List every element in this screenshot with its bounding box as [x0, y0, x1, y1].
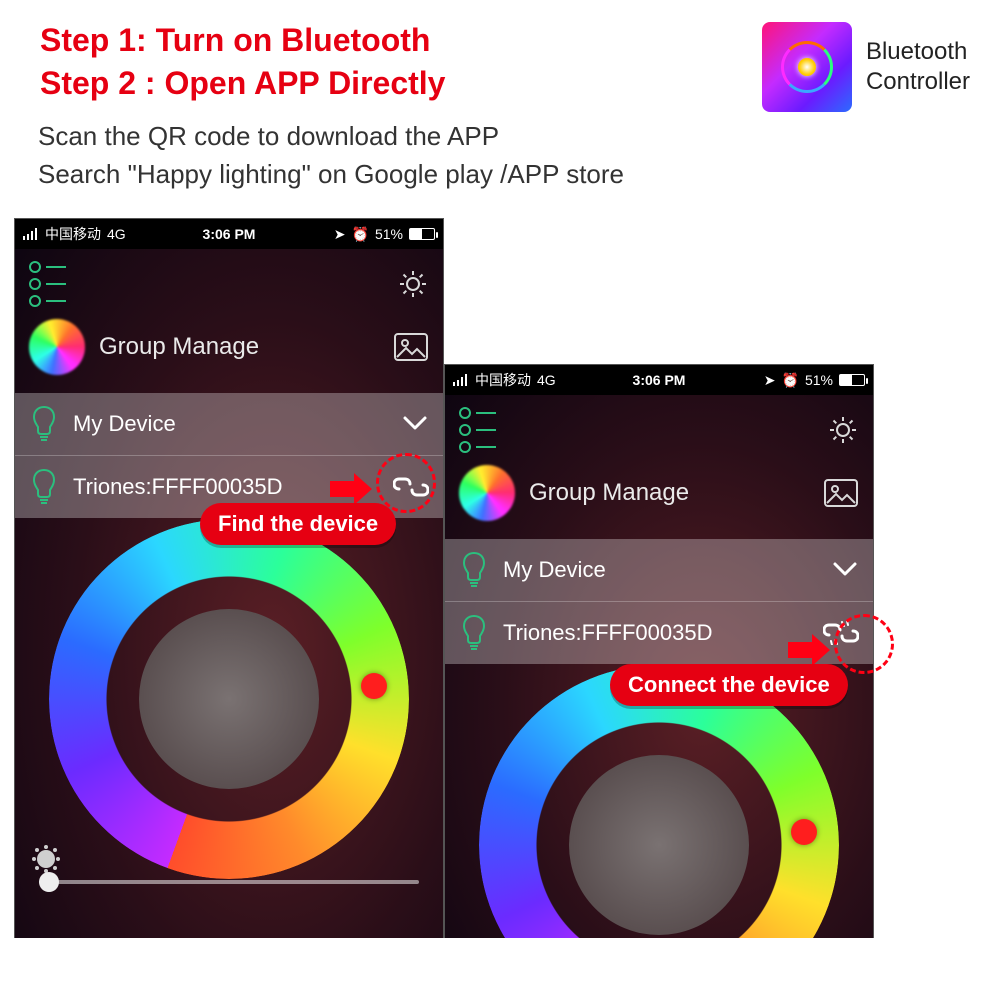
arrow-icon	[330, 471, 376, 507]
group-manage-row[interactable]: Group Manage	[445, 459, 873, 539]
group-manage-row[interactable]: Group Manage	[15, 313, 443, 393]
device-list-button[interactable]	[29, 261, 66, 307]
bulb-icon	[29, 468, 59, 506]
device-list-button[interactable]	[459, 407, 496, 453]
device-drawer: My Device Triones:FFFF00035D	[15, 393, 443, 518]
gallery-button[interactable]	[823, 477, 859, 509]
chevron-down-icon	[831, 556, 859, 584]
settings-button[interactable]	[827, 414, 859, 446]
arrow-icon	[788, 632, 834, 668]
callout-label: Connect the device	[610, 664, 848, 706]
step-1-text: Step 1: Turn on Bluetooth	[40, 22, 430, 58]
app-promo: Bluetooth Controller	[762, 22, 970, 112]
bulb-icon	[29, 405, 59, 443]
download-line-1: Scan the QR code to download the APP	[38, 118, 624, 156]
brightness-icon	[37, 850, 55, 868]
color-orb-icon	[29, 319, 85, 375]
app-name-line1: Bluetooth	[866, 37, 970, 67]
group-manage-label: Group Manage	[99, 333, 259, 361]
battery-icon	[409, 228, 435, 240]
device-name-label: Triones:FFFF00035D	[73, 474, 282, 500]
status-bar: 中国移动 4G 3:06 PM ➤ ⏰ 51%	[15, 219, 443, 249]
callout-label: Find the device	[200, 503, 396, 545]
highlight-ring	[376, 453, 436, 513]
color-wheel-area	[15, 519, 443, 879]
group-manage-label: Group Manage	[529, 479, 689, 507]
color-wheel-handle[interactable]	[791, 819, 817, 845]
brightness-slider[interactable]	[39, 880, 419, 884]
color-wheel-handle[interactable]	[361, 673, 387, 699]
gallery-button[interactable]	[393, 331, 429, 363]
download-line-2: Search "Happy lighting" on Google play /…	[38, 156, 624, 194]
bulb-icon	[459, 614, 489, 652]
bulb-icon	[798, 58, 816, 76]
color-wheel[interactable]	[49, 519, 409, 879]
highlight-ring	[834, 614, 894, 674]
instruction-steps: Step 1: Turn on Bluetooth Step 2 : Open …	[40, 22, 445, 108]
brightness-knob[interactable]	[39, 872, 59, 892]
my-device-row[interactable]: My Device	[445, 539, 873, 602]
my-device-label: My Device	[503, 557, 606, 583]
clock: 3:06 PM	[445, 372, 873, 388]
device-name-label: Triones:FFFF00035D	[503, 620, 712, 646]
color-orb-icon	[459, 465, 515, 521]
clock: 3:06 PM	[15, 226, 443, 242]
app-icon	[762, 22, 852, 112]
color-wheel-hub	[139, 609, 319, 789]
app-name-line2: Controller	[866, 67, 970, 97]
my-device-label: My Device	[73, 411, 176, 437]
app-name: Bluetooth Controller	[866, 37, 970, 97]
download-instructions: Scan the QR code to download the APP Sea…	[38, 118, 624, 193]
color-wheel-hub	[569, 755, 749, 935]
step-2-text: Step 2 : Open APP Directly	[40, 65, 445, 101]
settings-button[interactable]	[397, 268, 429, 300]
my-device-row[interactable]: My Device	[15, 393, 443, 456]
battery-icon	[839, 374, 865, 386]
status-bar: 中国移动 4G 3:06 PM ➤ ⏰ 51%	[445, 365, 873, 395]
screenshot-find-device: 中国移动 4G 3:06 PM ➤ ⏰ 51% Group Manage My …	[14, 218, 444, 938]
chevron-down-icon	[401, 410, 429, 438]
bulb-icon	[459, 551, 489, 589]
